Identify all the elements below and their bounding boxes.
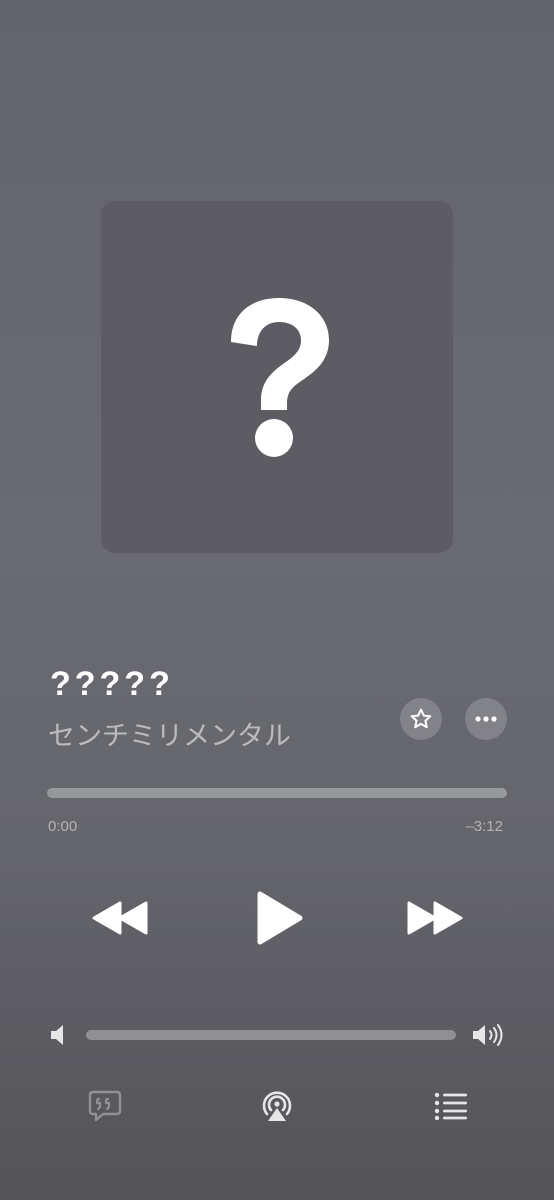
- lyrics-button[interactable]: [84, 1086, 126, 1126]
- question-mark-icon: [231, 298, 329, 457]
- playback-progress-slider[interactable]: [47, 788, 507, 798]
- speaker-low-icon: [48, 1023, 68, 1052]
- fast-forward-button[interactable]: [399, 890, 471, 946]
- more-options-button[interactable]: [465, 698, 507, 740]
- fast-forward-icon: [407, 901, 463, 935]
- play-button[interactable]: [246, 884, 312, 952]
- play-icon: [257, 891, 303, 945]
- elapsed-time: 0:00: [48, 818, 78, 835]
- volume-slider[interactable]: [86, 1030, 456, 1040]
- speaker-high-icon: [470, 1021, 506, 1054]
- airplay-button[interactable]: [256, 1086, 298, 1126]
- lyrics-icon: [88, 1090, 122, 1122]
- track-artist[interactable]: センチミリメンタル: [48, 718, 291, 754]
- track-title: ?????: [50, 665, 174, 703]
- album-artwork: [101, 201, 453, 553]
- queue-list-icon: [434, 1092, 467, 1120]
- airplay-icon: [262, 1091, 292, 1121]
- queue-button[interactable]: [430, 1086, 472, 1126]
- rewind-icon: [92, 901, 148, 935]
- remaining-time: –3:12: [465, 818, 503, 835]
- rewind-button[interactable]: [84, 890, 156, 946]
- ellipsis-icon: [475, 716, 497, 722]
- star-icon: [410, 708, 432, 729]
- favorite-button[interactable]: [400, 698, 442, 740]
